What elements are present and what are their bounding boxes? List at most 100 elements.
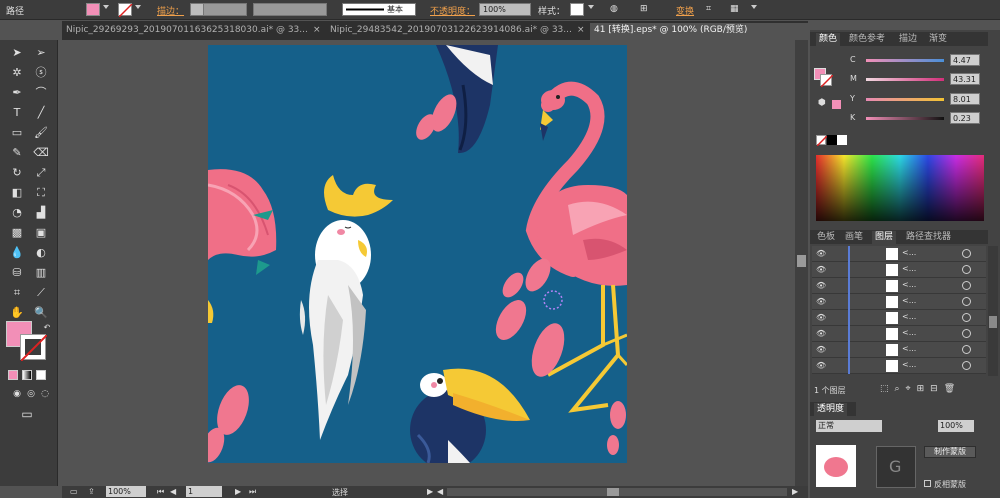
slider-track[interactable]	[866, 98, 944, 101]
magic-wand-tool-icon[interactable]: ✲	[8, 65, 26, 81]
eye-icon[interactable]: 👁	[816, 297, 826, 307]
layer-name[interactable]: <...	[902, 312, 916, 321]
brush-definition-select[interactable]: 基本	[342, 3, 416, 16]
eye-icon[interactable]: 👁	[816, 265, 826, 275]
horizontal-scrollbar[interactable]	[447, 488, 787, 496]
target-circle-icon[interactable]	[962, 329, 971, 338]
slider-value[interactable]: 8.01	[950, 93, 980, 105]
scale-tool-icon[interactable]: ⤢	[32, 165, 50, 181]
make-mask-button[interactable]: 制作蒙版	[924, 446, 976, 458]
curvature-tool-icon[interactable]: ⌒	[32, 85, 50, 101]
invert-mask-checkbox[interactable]	[924, 480, 931, 487]
layer-row[interactable]: 👁 <...	[812, 310, 986, 326]
close-icon[interactable]: ×	[577, 25, 585, 35]
target-circle-icon[interactable]	[962, 313, 971, 322]
transparency-opacity-input[interactable]: 100%	[938, 420, 974, 432]
layer-name[interactable]: <...	[902, 328, 916, 337]
layer-row[interactable]: 👁 <...	[812, 246, 986, 262]
canvas-area[interactable]	[62, 40, 808, 486]
black-color-icon[interactable]	[827, 135, 837, 145]
layer-name[interactable]: <...	[902, 264, 916, 273]
slider-track[interactable]	[866, 59, 944, 62]
slider-value[interactable]: 43.31	[950, 73, 980, 85]
white-color-icon[interactable]	[837, 135, 847, 145]
artboard[interactable]	[208, 45, 627, 463]
export-icon[interactable]: ⇪	[88, 487, 95, 496]
blend-mode-select[interactable]: 正常	[816, 420, 882, 432]
scroll-left-icon[interactable]: ◀	[437, 487, 443, 496]
last-color-swatch[interactable]	[832, 100, 841, 109]
recolor-icon[interactable]: ◍	[610, 4, 618, 14]
eye-icon[interactable]: 👁	[816, 361, 826, 371]
eye-icon[interactable]: 👁	[816, 329, 826, 339]
artboard-nav-icon[interactable]: ▭	[70, 487, 78, 496]
layer-name[interactable]: <...	[902, 280, 916, 289]
stroke-weight-input[interactable]	[203, 3, 247, 16]
stroke-none-swatch[interactable]	[118, 3, 133, 18]
free-transform-tool-icon[interactable]: ⛶	[32, 185, 50, 201]
gradient-mode-icon[interactable]	[22, 370, 32, 380]
close-icon[interactable]: ×	[313, 25, 321, 35]
vertical-scrollbar[interactable]	[795, 40, 808, 486]
fill-swatch[interactable]	[86, 3, 100, 16]
target-circle-icon[interactable]	[962, 265, 971, 274]
hand-tool-icon[interactable]: ✋	[8, 305, 26, 321]
slider-value[interactable]: 4.47	[950, 54, 980, 66]
scroll-right-icon[interactable]: ▶	[792, 487, 798, 496]
tab-color[interactable]: 颜色	[816, 33, 841, 46]
symbol-sprayer-tool-icon[interactable]: ⛁	[8, 265, 26, 281]
tab-transparency[interactable]: 透明度	[814, 403, 848, 416]
tab-document-2[interactable]: Nipic_29483542_20190703122623914086.ai* …	[326, 23, 588, 40]
chevron-down-icon[interactable]	[135, 5, 141, 9]
layer-row[interactable]: 👁 <...	[812, 358, 986, 374]
slice-tool-icon[interactable]: ⟋	[32, 285, 50, 301]
next-artboard-icon[interactable]: ▶	[235, 487, 241, 496]
zoom-select[interactable]: 100%	[106, 486, 146, 497]
layer-name[interactable]: <...	[902, 344, 916, 353]
variable-width-select[interactable]	[253, 3, 327, 16]
rectangle-tool-icon[interactable]: ▭	[8, 125, 26, 141]
layer-row[interactable]: 👁 <...	[812, 262, 986, 278]
tab-gradient[interactable]: 渐变	[926, 33, 950, 46]
scroll-thumb[interactable]	[607, 488, 619, 496]
layer-name[interactable]: <...	[902, 248, 916, 257]
layer-action-icons[interactable]: ⬚⌕⌖⊞⊟🗑	[880, 384, 961, 394]
swap-colors-icon[interactable]: ↶	[38, 320, 56, 336]
eye-icon[interactable]: 👁	[816, 313, 826, 323]
yellow-slider[interactable]: Y 8.01	[850, 93, 985, 107]
target-circle-icon[interactable]	[962, 361, 971, 370]
tab-stroke[interactable]: 描边	[896, 33, 920, 46]
eye-icon[interactable]: 👁	[816, 249, 826, 259]
target-circle-icon[interactable]	[962, 249, 971, 258]
layer-name[interactable]: <...	[902, 360, 916, 369]
pencil-tool-icon[interactable]: ✎	[8, 145, 26, 161]
status-menu-icon[interactable]: ▶	[427, 487, 433, 496]
direct-selection-tool-icon[interactable]: ➢	[32, 45, 50, 61]
line-tool-icon[interactable]: ╱	[32, 105, 50, 121]
paintbrush-tool-icon[interactable]: 🖌	[32, 125, 50, 141]
perspective-grid-tool-icon[interactable]: ▟	[32, 205, 50, 221]
target-circle-icon[interactable]	[962, 345, 971, 354]
layer-row[interactable]: 👁 <...	[812, 342, 986, 358]
cube-icon[interactable]: ⬢	[818, 98, 826, 108]
layer-name[interactable]: <...	[902, 296, 916, 305]
chevron-down-icon[interactable]	[103, 5, 109, 9]
pen-tool-icon[interactable]: ✒	[8, 85, 26, 101]
layers-scrollbar[interactable]	[988, 246, 998, 376]
chevron-down-icon[interactable]	[588, 5, 594, 9]
tab-document-3[interactable]: 41 [转换].eps* @ 100% (RGB/预览)	[590, 23, 808, 40]
black-slider[interactable]: K 0.23	[850, 112, 985, 126]
tab-layers[interactable]: 图层	[872, 231, 897, 244]
tab-pathfinder[interactable]: 路径查找器	[903, 231, 954, 244]
slider-value[interactable]: 0.23	[950, 112, 980, 124]
width-tool-icon[interactable]: ◧	[8, 185, 26, 201]
zoom-tool-icon[interactable]: 🔍	[32, 305, 50, 321]
type-tool-icon[interactable]: T	[8, 105, 26, 121]
screen-mode-icon[interactable]: ▭	[18, 406, 36, 422]
tab-document-1[interactable]: Nipic_29269293_20190701163625318030.ai* …	[62, 23, 324, 40]
rotate-tool-icon[interactable]: ↻	[8, 165, 26, 181]
tab-swatches[interactable]: 色板	[814, 231, 838, 244]
tab-brushes[interactable]: 画笔	[842, 231, 866, 244]
color-mode-icon[interactable]	[8, 370, 18, 380]
magenta-slider[interactable]: M 43.31	[850, 73, 985, 87]
